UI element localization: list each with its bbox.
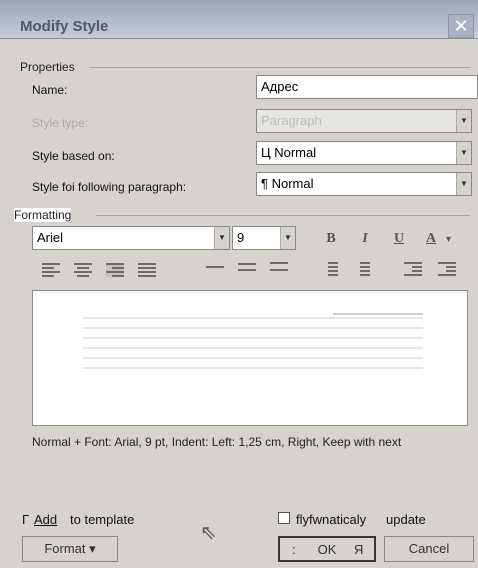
properties-section-label: Properties (20, 60, 75, 74)
based-on-select[interactable]: Ц Normal ▼ (256, 141, 472, 165)
based-on-label: Style based on: (32, 149, 115, 163)
ok-button[interactable]: : OK Я (278, 536, 376, 562)
preview-line (83, 337, 423, 339)
font-color-button[interactable]: A (420, 228, 442, 250)
name-field[interactable]: Адрес (256, 75, 478, 99)
chevron-down-icon[interactable]: ▼ (456, 173, 471, 195)
chevron-down-icon[interactable]: ▼ (214, 227, 229, 249)
preview-line (83, 327, 423, 329)
add-label[interactable]: Add (34, 512, 57, 527)
add-to-template-checkbox[interactable]: Г (22, 512, 29, 527)
ok-button-suffix: Я (354, 542, 364, 557)
to-template-label: to template (70, 512, 135, 527)
single-spacing-icon[interactable] (206, 266, 224, 280)
style-type-label: Style type: (32, 116, 89, 130)
chevron-down-icon[interactable]: ▼ (280, 227, 295, 249)
close-icon: ✕ (453, 16, 469, 36)
update-label: update (386, 512, 426, 527)
formatting-section-label: Formatting (14, 208, 72, 222)
align-justify-icon[interactable] (138, 263, 156, 277)
underline-button[interactable]: U (388, 228, 410, 250)
font-color-chevron-icon[interactable]: ▾ (446, 234, 451, 245)
increase-space-before-icon[interactable] (320, 262, 338, 276)
name-value: Адрес (261, 79, 299, 94)
font-size-value: 9 (237, 230, 245, 245)
preview-sample-text (333, 313, 423, 315)
based-on-value: Ц Normal (261, 145, 317, 160)
chevron-down-icon: ▼ (456, 110, 471, 132)
style-type-select: Paragraph ▼ (256, 109, 472, 133)
following-label: Style foi following paragraph: (32, 180, 187, 194)
double-spacing-icon[interactable] (270, 262, 288, 276)
following-select[interactable]: ¶ Normal ▼ (256, 172, 472, 196)
one-half-spacing-icon[interactable] (238, 263, 256, 277)
font-size-select[interactable]: 9 ▼ (232, 226, 296, 250)
close-button[interactable]: ✕ (448, 14, 474, 38)
font-name-select[interactable]: Ariel ▼ (32, 226, 230, 250)
preview-line (83, 357, 423, 359)
properties-divider (90, 67, 470, 68)
preview-line (83, 347, 423, 349)
dialog-title: Modify Style (20, 18, 109, 35)
name-label: Name: (32, 83, 68, 97)
style-type-value: Paragraph (261, 113, 322, 128)
preview-line (83, 317, 423, 319)
formatting-divider (96, 215, 470, 216)
align-right-icon[interactable] (106, 263, 124, 277)
align-left-icon[interactable] (42, 263, 60, 277)
ok-button-prefix: : (292, 542, 296, 557)
cancel-button[interactable]: Cancel (384, 536, 474, 562)
title-bar: Modify Style ✕ (0, 0, 478, 39)
italic-button[interactable]: I (354, 228, 376, 250)
format-button[interactable]: Format ▾ (22, 536, 118, 562)
preview-line (83, 367, 423, 369)
mouse-pointer-icon: ⇖ (200, 522, 217, 544)
chevron-down-icon[interactable]: ▼ (456, 142, 471, 164)
auto-update-checkbox[interactable] (278, 512, 290, 524)
bold-button[interactable]: B (320, 228, 342, 250)
align-center-icon[interactable] (74, 263, 92, 277)
ok-button-label: OK (317, 542, 337, 557)
decrease-space-before-icon[interactable] (352, 262, 370, 276)
style-description: Normal + Font: Arial, 9 pt, Indent: Left… (32, 435, 402, 449)
font-name-value: Ariel (37, 230, 64, 245)
style-preview (32, 290, 468, 426)
increase-indent-icon[interactable] (438, 262, 456, 276)
auto-update-label: flyfwnaticaly (296, 512, 367, 527)
decrease-indent-icon[interactable] (404, 262, 422, 276)
following-value: ¶ Normal (261, 176, 314, 191)
